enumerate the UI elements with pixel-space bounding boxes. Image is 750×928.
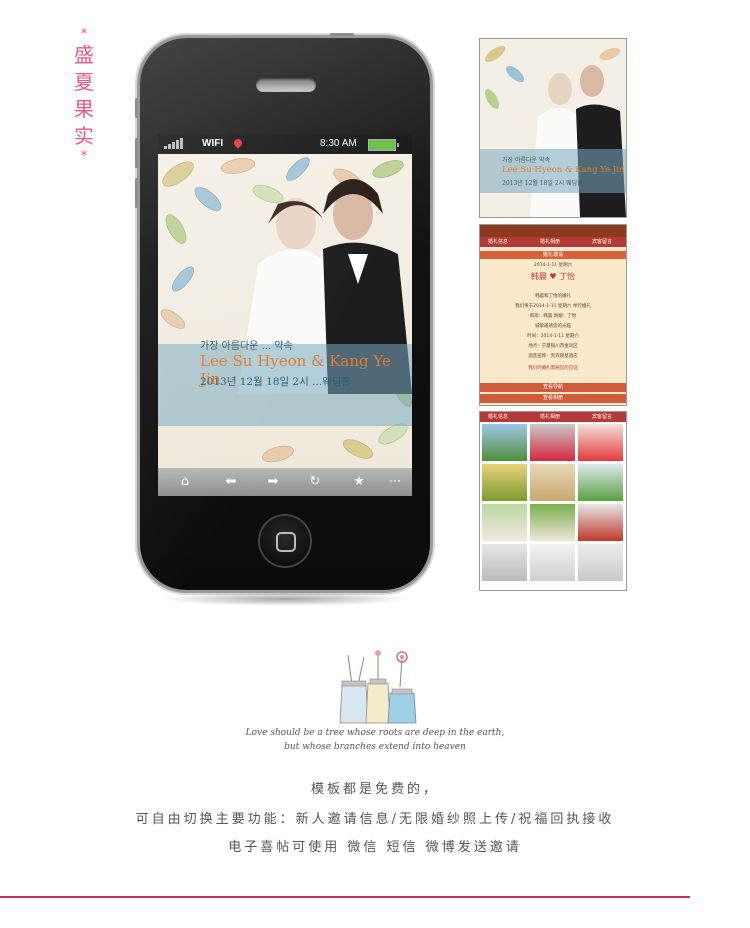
invitation-line: 酒店名称：凯宾斯基酒店	[528, 354, 578, 359]
feature-text-3: 电子喜帖可使用 微信 短信 微博发送邀请	[228, 840, 522, 855]
phone-speaker	[256, 78, 316, 92]
star-icon[interactable]: ★	[350, 473, 368, 491]
thumbnail-cover-line1: 가장 아름다운 약속	[502, 157, 550, 164]
tab-messages[interactable]: 宾客留言	[592, 413, 612, 420]
network-label: WIFI	[202, 138, 224, 149]
invitation-line: 诚挚邀请您的光临	[535, 324, 571, 329]
battery-icon	[368, 139, 399, 151]
photo-thumbnail[interactable]	[578, 424, 623, 461]
home-icon[interactable]: ⌂	[176, 473, 194, 491]
photo-thumbnail[interactable]	[530, 464, 575, 501]
photo-thumbnail[interactable]	[530, 544, 575, 581]
photo-thumbnail[interactable]	[530, 424, 575, 461]
quote-line-1: Love should be a tree whose roots are de…	[245, 728, 505, 738]
thumbnail-cover-names: Lee Su Hyeon & Kang Ye Jin	[502, 165, 625, 175]
mute-switch	[135, 98, 138, 118]
phone-screen: WIFI 8:30 AM 가장 아름다운 ... 약속 Lee Su Hyeon…	[158, 134, 412, 496]
tab-album[interactable]: 婚礼相册	[540, 238, 560, 245]
invitation-line: 地点：宁夏银川市金凤区	[528, 344, 578, 349]
album-button[interactable]: 查看相册	[480, 394, 626, 403]
photo-thumbnail[interactable]	[482, 464, 527, 501]
forward-arrow-icon[interactable]: ➡	[264, 473, 282, 491]
browser-toolbar: ⌂ ⬅ ➡ ↻ ★ ⋯	[158, 468, 412, 496]
home-button[interactable]	[260, 516, 310, 566]
invitation-line: 我们将于2014-1-11 星期六 举行婚礼	[515, 304, 591, 309]
status-bar: WIFI 8:30 AM	[158, 134, 412, 154]
caption-korean-title: 가장 아름다운 ... 약속	[200, 341, 293, 352]
tab-info[interactable]: 婚礼信息	[488, 238, 508, 245]
photo-thumbnail[interactable]	[578, 504, 623, 541]
caption-date-venue: 2013년 12월 18일 2시 ...웨딩홀	[200, 376, 352, 388]
invitation-couple: 韩晨 ♥ 丁怡	[480, 271, 626, 282]
photo-thumbnail[interactable]	[530, 504, 575, 541]
thumbnail-invitation-tabs: 婚礼信息 婚礼相册 宾客留言	[480, 237, 626, 247]
status-time: 8:30 AM	[320, 138, 357, 149]
wedding-hero-image	[158, 154, 412, 468]
invitation-line: 新郎：韩晨 新娘：丁怡	[529, 314, 577, 319]
thumbnail-cover-date: 2013년 12월 18일 2시 웨딩홀	[502, 180, 583, 187]
flower-jars-illustration	[339, 650, 417, 724]
title-char-1: 盛	[74, 43, 94, 67]
power-button	[330, 33, 354, 36]
more-icon[interactable]: ⋯	[386, 473, 404, 491]
invitation-line: 我们的婚礼需要您的见证	[528, 366, 578, 371]
back-arrow-icon[interactable]: ⬅	[222, 473, 240, 491]
heart-icon: ♥	[549, 272, 557, 281]
thumbnail-invitation[interactable]: 婚礼信息 婚礼相册 宾客留言 婚礼邀请 2014-1-11 星期六 韩晨 ♥ 丁…	[479, 224, 627, 406]
side-title: * 盛 夏 果 实 *	[70, 28, 98, 164]
navigation-button[interactable]: 查看导航	[480, 383, 626, 392]
volume-up-button	[135, 138, 138, 168]
photo-thumbnail[interactable]	[482, 544, 527, 581]
title-char-4: 实	[74, 124, 94, 148]
thumbnail-cover[interactable]: 가장 아름다운 약속 Lee Su Hyeon & Kang Ye Jin 20…	[479, 38, 627, 218]
thumbnail-album[interactable]: 婚礼信息 婚礼相册 宾客留言	[479, 411, 627, 591]
bottom-divider	[0, 896, 690, 898]
thumbnail-invitation-header-bar	[480, 225, 626, 237]
groom-name: 韩晨	[530, 272, 547, 281]
title-char-2: 夏	[74, 70, 94, 94]
tab-info[interactable]: 婚礼信息	[488, 413, 508, 420]
invitation-line: 韩晨和丁怡的婚礼	[535, 294, 571, 299]
refresh-icon[interactable]: ↻	[306, 473, 324, 491]
photo-thumbnail[interactable]	[482, 504, 527, 541]
invitation-header: 婚礼邀请	[480, 251, 626, 259]
quote-line-2: but whose branches extend into heaven	[284, 742, 466, 752]
title-star-top: *	[80, 27, 88, 42]
volume-down-button	[135, 178, 138, 208]
invitation-line: 时间：2014-1-11 星期六	[527, 334, 579, 339]
feature-text-2: 可自由切换主要功能：新人邀请信息/无限婚纱照上传/祝福回执接收	[135, 812, 615, 827]
phone-shadow	[160, 592, 410, 606]
signal-icon	[164, 138, 184, 150]
thumbnail-album-tabs: 婚礼信息 婚礼相册 宾客留言	[480, 412, 626, 422]
tab-messages[interactable]: 宾客留言	[592, 238, 612, 245]
feature-text-1: 模板都是免费的，	[310, 782, 439, 797]
phone-mockup: WIFI 8:30 AM 가장 아름다운 ... 약속 Lee Su Hyeon…	[135, 33, 430, 590]
tab-album[interactable]: 婚礼相册	[540, 413, 560, 420]
title-char-3: 果	[74, 97, 94, 121]
wifi-icon	[232, 137, 244, 149]
title-star-bottom: *	[80, 149, 88, 164]
photo-thumbnail[interactable]	[482, 424, 527, 461]
photo-thumbnail[interactable]	[578, 464, 623, 501]
photo-thumbnail[interactable]	[578, 544, 623, 581]
bride-name: 丁怡	[559, 272, 576, 281]
invitation-date: 2014-1-11 星期六	[533, 263, 573, 268]
